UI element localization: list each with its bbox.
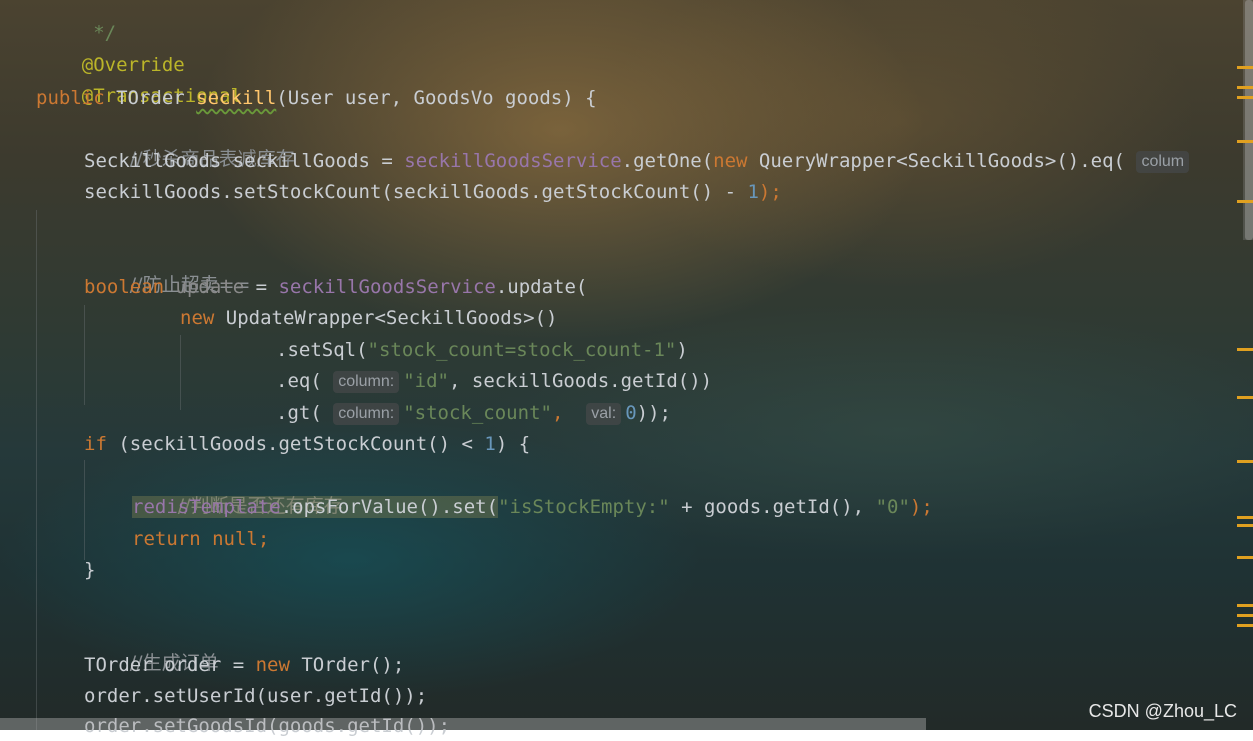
code-line: SeckillGoods seckillGoods = seckillGoods… xyxy=(84,146,1193,176)
warning-marker[interactable] xyxy=(1237,516,1253,519)
keyword: boolean xyxy=(84,276,165,298)
code-text: ); xyxy=(909,496,933,518)
keyword: new xyxy=(180,307,215,329)
code-line: @Override xyxy=(36,20,185,76)
warning-marker[interactable] xyxy=(1237,460,1253,463)
code-line: */ xyxy=(36,0,116,44)
warning-marker[interactable] xyxy=(1237,96,1253,99)
vertical-scrollbar[interactable] xyxy=(1243,0,1253,240)
code-line: } xyxy=(84,555,95,585)
keyword: public xyxy=(36,87,105,109)
indent-guide xyxy=(84,460,85,560)
param-hint: val: xyxy=(586,403,622,425)
code-text: )); xyxy=(636,402,671,424)
code-line: public TOrder seckill(User user, GoodsVo… xyxy=(36,83,597,113)
string-literal: "isStockEmpty:" xyxy=(498,496,670,518)
warning-marker[interactable] xyxy=(1237,556,1253,559)
code-text: ); xyxy=(758,181,782,203)
code-text: ) xyxy=(676,339,688,361)
code-text: ) { xyxy=(495,433,531,455)
keyword: return null xyxy=(132,528,258,550)
param-hint: column: xyxy=(333,371,400,393)
warning-marker[interactable] xyxy=(1237,624,1253,627)
code-text: TOrder order = xyxy=(84,654,256,676)
string-literal: "0" xyxy=(875,496,910,518)
number-literal: 1 xyxy=(747,181,759,203)
code-line: //生成订单 xyxy=(84,618,219,674)
warning-marker[interactable] xyxy=(1237,614,1253,617)
number-literal: 0 xyxy=(625,402,637,424)
code-line: if (seckillGoods.getStockCount() < 1) { xyxy=(84,429,530,459)
param-hint: column: xyxy=(333,403,400,425)
number-literal: 1 xyxy=(484,433,496,455)
code-line: return null; xyxy=(132,524,269,554)
code-text: QueryWrapper<SeckillGoods>().eq( xyxy=(747,150,1125,172)
code-text: (seckillGoods.getStockCount() < xyxy=(106,433,485,455)
code-line: TOrder order = new TOrder(); xyxy=(84,650,404,680)
variable-unused: update xyxy=(164,276,245,298)
code-text: .setSql( xyxy=(276,339,368,361)
string-literal: "stock_count" xyxy=(403,402,552,424)
field-ref: seckillGoodsService xyxy=(278,276,496,298)
watermark: CSDN @Zhou_LC xyxy=(1088,701,1237,721)
code-editor[interactable]: */ @Override @Transactional public TOrde… xyxy=(0,0,1253,737)
code-text: TOrder(); xyxy=(289,654,405,676)
code-text: ; xyxy=(257,528,270,550)
code-text: seckillGoods.setStockCount(seckillGoods.… xyxy=(84,181,748,203)
code-text: } xyxy=(84,559,96,581)
code-text: = xyxy=(244,276,279,298)
code-text: , seckillGoods.getId()) xyxy=(449,370,713,392)
code-text: .getOne( xyxy=(621,150,714,172)
warning-marker[interactable] xyxy=(1237,86,1253,89)
code-line: redisTemplate.opsForValue().set("isStock… xyxy=(132,492,933,522)
code-text: .opsForValue().set( xyxy=(280,496,499,518)
warning-marker[interactable] xyxy=(1237,348,1253,351)
keyword: if xyxy=(84,433,107,455)
code-line: boolean update = seckillGoodsService.upd… xyxy=(84,272,587,302)
code-line: .eq( column: "id", seckillGoods.getId()) xyxy=(276,366,712,396)
warning-marker[interactable] xyxy=(1237,140,1253,143)
return-type: TOrder xyxy=(116,87,185,109)
keyword: new xyxy=(255,654,290,676)
code-text: .gt( xyxy=(276,402,334,424)
horizontal-scrollbar[interactable] xyxy=(0,718,926,730)
code-line: @Transactional xyxy=(36,51,242,107)
code-line: order.setUserId(user.getId()); xyxy=(84,681,427,711)
indent-guide xyxy=(180,335,181,410)
warning-marker[interactable] xyxy=(1237,604,1253,607)
keyword: new xyxy=(713,150,748,172)
string-literal: "stock_count=stock_count-1" xyxy=(367,339,677,361)
code-line: .setSql("stock_count=stock_count-1") xyxy=(276,335,688,365)
code-text: SeckillGoods seckillGoods = xyxy=(84,150,405,172)
field-ref[interactable]: redisTemplate xyxy=(132,496,281,518)
code-line: .gt( column: "stock_count", val: 0)); xyxy=(276,398,671,428)
warning-marker[interactable] xyxy=(1237,200,1253,203)
code-text: , xyxy=(551,402,587,424)
code-line: //防止超卖== xyxy=(84,240,251,296)
scrollbar-thumb[interactable] xyxy=(1245,0,1253,240)
code-line: seckillGoods.setStockCount(seckillGoods.… xyxy=(84,177,782,207)
warning-marker[interactable] xyxy=(1237,66,1253,69)
code-text: UpdateWrapper<SeckillGoods>() xyxy=(214,307,558,329)
warning-marker[interactable] xyxy=(1237,524,1253,527)
code-line: //秒杀商品表减库存 xyxy=(84,114,295,170)
param-hint: colum xyxy=(1136,151,1190,173)
method-name[interactable]: seckill xyxy=(196,87,276,109)
code-text: .update( xyxy=(495,276,588,298)
string-literal: "id" xyxy=(403,370,449,392)
code-line: //判断是否还有库存 xyxy=(132,461,343,517)
code-text: order.setUserId(user.getId()); xyxy=(84,685,428,707)
indent-guide xyxy=(36,210,37,730)
field-ref: seckillGoodsService xyxy=(404,150,622,172)
warning-marker[interactable] xyxy=(1237,396,1253,399)
code-text: .eq( xyxy=(276,370,334,392)
method-params: (User user, GoodsVo goods) { xyxy=(276,87,597,109)
code-text: + goods.getId(), xyxy=(669,496,876,518)
code-line: new UpdateWrapper<SeckillGoods>() xyxy=(180,303,558,333)
